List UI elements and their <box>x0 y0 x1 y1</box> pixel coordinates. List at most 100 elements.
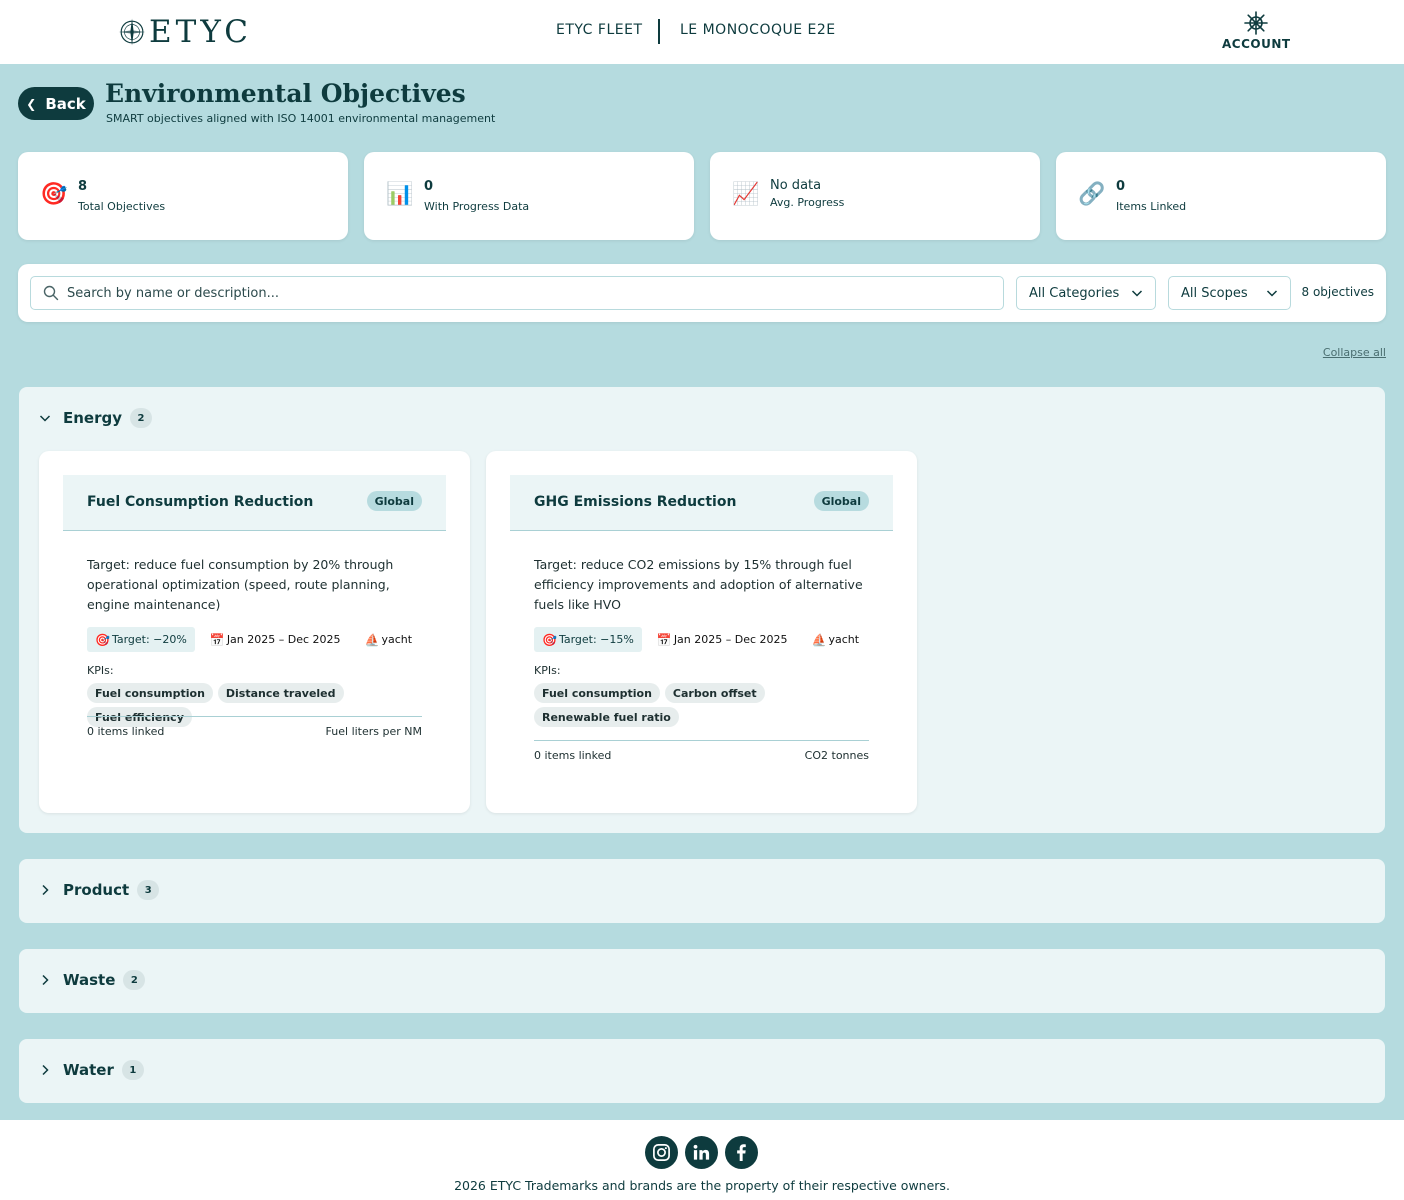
stat-value: 0 <box>1116 179 1126 194</box>
back-label: Back <box>45 94 86 113</box>
stat-card-avg-progress: 📈 No data Avg. Progress <box>710 152 1040 240</box>
instagram-icon <box>653 1144 670 1161</box>
category-name: Waste <box>63 971 116 989</box>
linkedin-icon <box>693 1144 710 1160</box>
target-value: Target: −15% <box>558 633 634 646</box>
category-header-water[interactable]: Water 1 <box>39 1060 144 1080</box>
objective-description: Target: reduce fuel consumption by 20% t… <box>87 557 394 612</box>
kpi-list: Fuel consumption Carbon offset Renewable… <box>534 683 794 727</box>
trend-chart-icon: 📈 <box>732 182 760 207</box>
objective-card-header: Fuel Consumption Reduction Global <box>63 475 446 531</box>
stat-label: Avg. Progress <box>770 196 845 209</box>
stat-value: 0 <box>424 179 434 194</box>
link-icon: 🔗 <box>1078 182 1106 207</box>
linkedin-link[interactable] <box>685 1136 718 1169</box>
vessel-type: ⛵ yacht <box>812 633 860 647</box>
account-label: ACCOUNT <box>1222 37 1291 51</box>
scope-badge: Global <box>366 491 422 511</box>
scope-select-value: All Scopes <box>1181 285 1248 301</box>
category-header-product[interactable]: Product 3 <box>39 880 160 900</box>
target-pill: 🎯 Target: −20% <box>87 627 195 652</box>
target-pill: 🎯 Target: −15% <box>534 627 642 652</box>
linked-items: 0 items linked <box>534 749 612 762</box>
kpi-tag: Renewable fuel ratio <box>534 707 679 727</box>
filter-bar: All Categories All Scopes 8 objectives <box>18 264 1386 322</box>
sailboat-icon: ⛵ <box>811 632 827 647</box>
social-links <box>645 1136 758 1169</box>
facebook-link[interactable] <box>725 1136 758 1169</box>
objective-meta: 🎯 Target: −20% 📅 Jan 2025 – Dec 2025 ⛵ yach… <box>87 627 412 652</box>
search-input[interactable] <box>67 285 947 301</box>
category-panel-water: Water 1 <box>19 1039 1385 1103</box>
period-value: Jan 2025 – Dec 2025 <box>226 633 341 646</box>
vessel-type: ⛵ yacht <box>365 633 413 647</box>
objective-footer: 0 items linked Fuel liters per NM <box>87 716 422 738</box>
chevron-down-icon <box>1266 290 1278 297</box>
period-value: Jan 2025 – Dec 2025 <box>673 633 788 646</box>
target-value: Target: −20% <box>111 633 187 646</box>
search-icon <box>43 285 59 301</box>
category-count-badge: 2 <box>130 408 153 428</box>
objective-footer: 0 items linked CO2 tonnes <box>534 740 869 762</box>
fleet-link[interactable]: ETYC FLEET <box>556 22 643 38</box>
nav-divider <box>658 19 660 44</box>
category-header-energy[interactable]: Energy 2 <box>39 408 153 428</box>
stat-label: With Progress Data <box>424 200 530 213</box>
linked-items: 0 items linked <box>87 725 165 738</box>
chevron-right-icon <box>42 884 49 896</box>
account-menu[interactable]: ACCOUNT <box>1222 10 1290 51</box>
category-panel-waste: Waste 2 <box>19 949 1385 1013</box>
category-header-waste[interactable]: Waste 2 <box>39 970 146 990</box>
period: 📅 Jan 2025 – Dec 2025 <box>657 633 788 647</box>
collapse-all-link[interactable]: Collapse all <box>1323 346 1386 359</box>
page-subtitle: SMART objectives aligned with ISO 14001 … <box>106 112 496 125</box>
kpi-tag: Distance traveled <box>217 683 344 703</box>
objective-title: GHG Emissions Reduction <box>534 494 737 510</box>
category-select-value: All Categories <box>1029 285 1120 301</box>
kpi-label: KPIs: <box>87 664 114 677</box>
scope-select[interactable]: All Scopes <box>1168 276 1291 310</box>
page-footer: 2026 ETYC Trademarks and brands are the … <box>0 1120 1404 1200</box>
instagram-link[interactable] <box>645 1136 678 1169</box>
back-button[interactable]: ❮ Back <box>18 87 94 120</box>
objective-card[interactable]: GHG Emissions Reduction Global Target: r… <box>486 451 917 813</box>
kpi-tag: Carbon offset <box>664 683 765 703</box>
target-icon: 🎯 <box>542 632 557 647</box>
objective-card[interactable]: Fuel Consumption Reduction Global Target… <box>39 451 470 813</box>
chevron-right-icon <box>42 974 49 986</box>
objective-unit: CO2 tonnes <box>804 749 869 762</box>
calendar-icon: 📅 <box>209 632 225 647</box>
chevron-right-icon <box>42 1064 49 1076</box>
sailboat-icon: ⛵ <box>364 632 380 647</box>
top-navigation-bar: ETYC ETYC FLEET LE MONOCOQUE E2E ACCOUNT <box>0 0 1404 64</box>
vessel-type-value: yacht <box>828 633 860 646</box>
objective-card-header: GHG Emissions Reduction Global <box>510 475 893 531</box>
period: 📅 Jan 2025 – Dec 2025 <box>210 633 341 647</box>
compass-logo-icon <box>118 18 146 46</box>
kpi-tag: Fuel consumption <box>87 683 213 703</box>
chevron-left-icon: ❮ <box>26 96 37 111</box>
category-count-badge: 1 <box>121 1060 144 1080</box>
etyc-logo[interactable]: ETYC <box>117 13 252 51</box>
stat-card-progress-data: 📊 0 With Progress Data <box>364 152 694 240</box>
objective-title: Fuel Consumption Reduction <box>87 494 314 510</box>
ship-wheel-icon <box>1244 11 1268 35</box>
copyright-text: 2026 ETYC Trademarks and brands are the … <box>454 1178 950 1193</box>
objectives-count: 8 objectives <box>1301 285 1375 299</box>
chevron-down-icon <box>1131 290 1143 297</box>
category-count-badge: 3 <box>137 880 160 900</box>
search-field[interactable] <box>30 276 1004 310</box>
stat-card-items-linked: 🔗 0 Items Linked <box>1056 152 1386 240</box>
logo-text: ETYC <box>149 14 252 50</box>
stat-value: No data <box>770 178 822 193</box>
chevron-down-icon <box>39 415 51 422</box>
category-name: Energy <box>63 409 123 427</box>
category-name: Water <box>63 1061 114 1079</box>
objective-description: Target: reduce CO2 emissions by 15% thro… <box>534 557 863 612</box>
facebook-icon <box>737 1144 746 1162</box>
kpi-tag: Fuel consumption <box>534 683 660 703</box>
category-panel-energy: Energy 2 Fuel Consumption Reduction Glob… <box>19 387 1385 833</box>
category-count-badge: 2 <box>123 970 146 990</box>
category-select[interactable]: All Categories <box>1016 276 1156 310</box>
vessel-link[interactable]: LE MONOCOQUE E2E <box>680 22 836 38</box>
